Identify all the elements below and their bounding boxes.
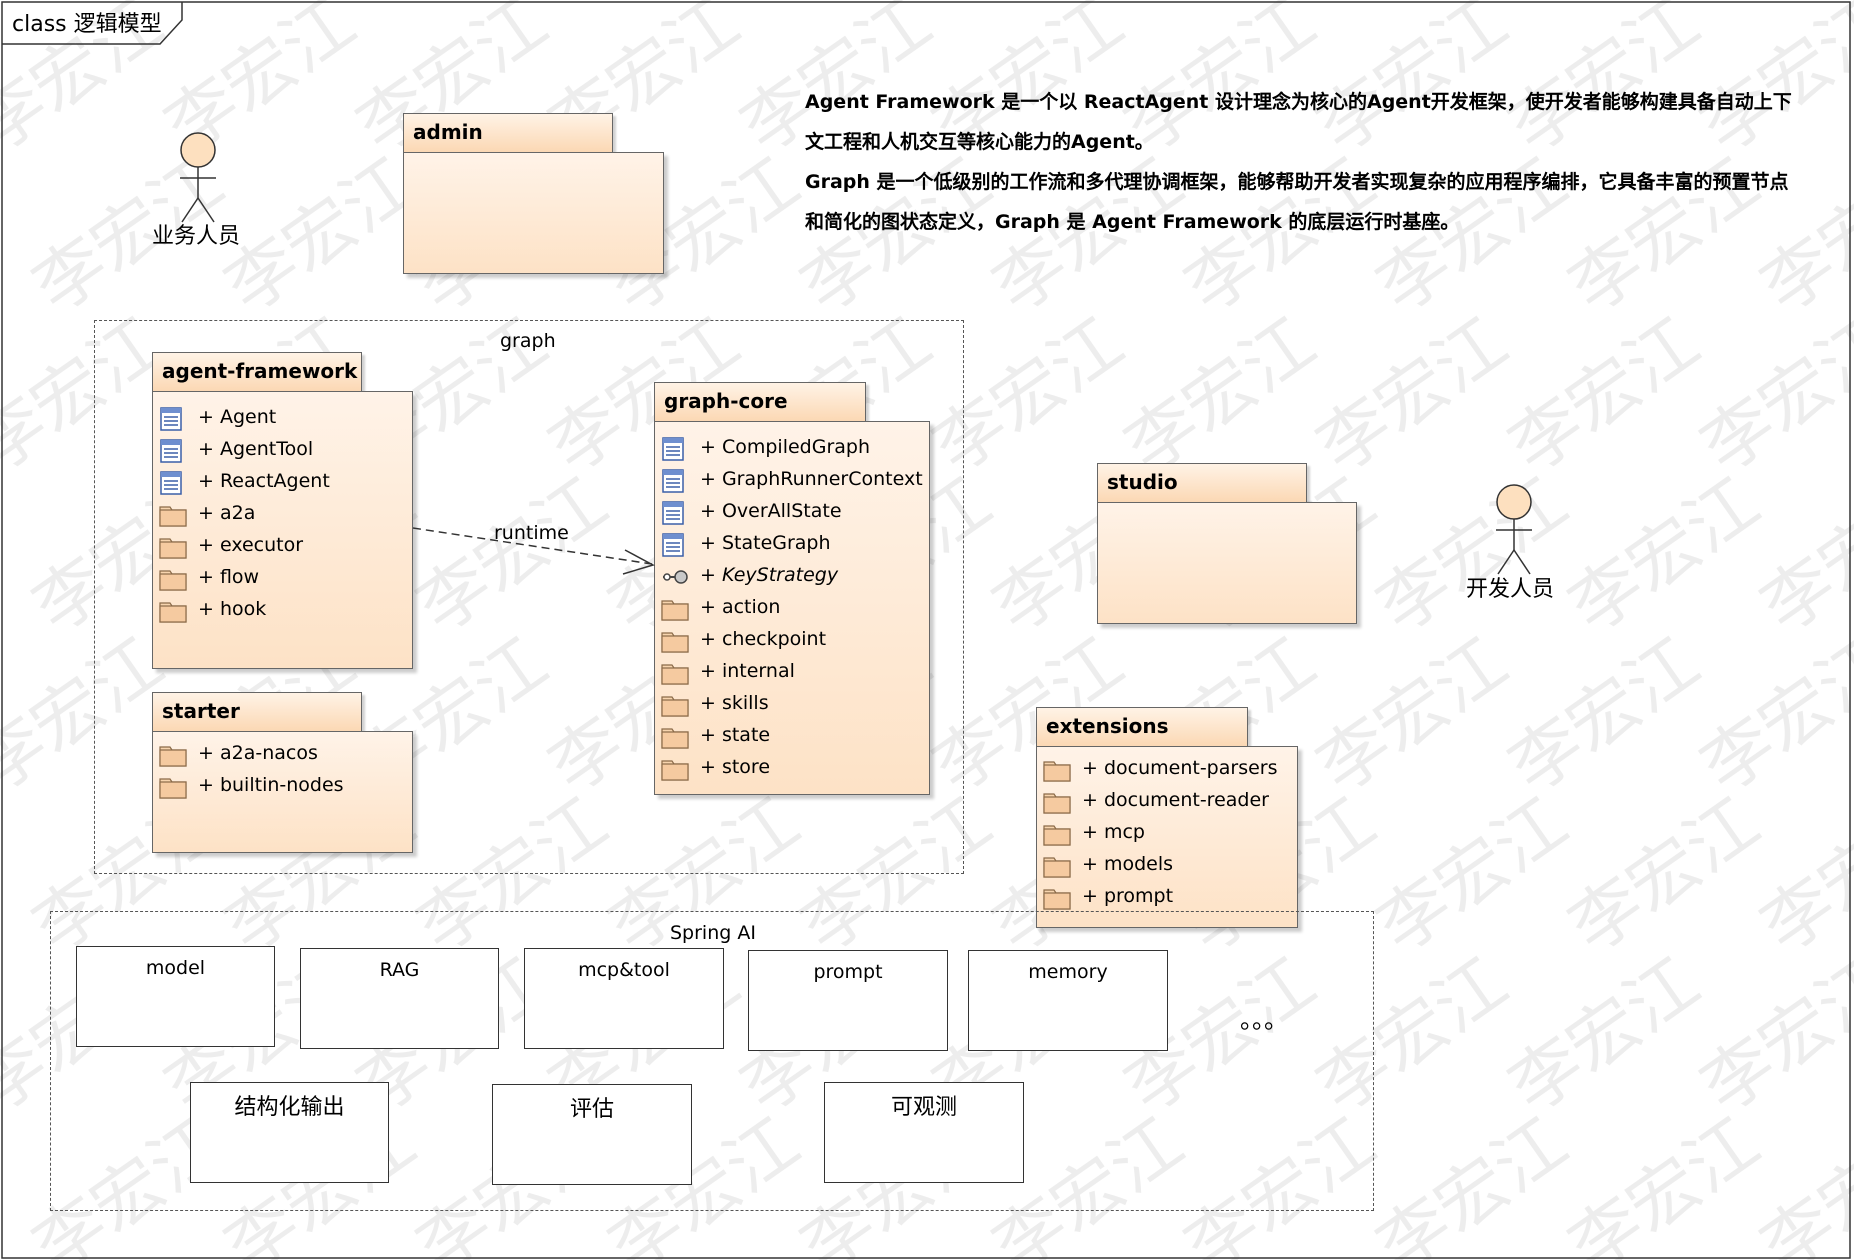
package-member[interactable]: + prompt: [1082, 885, 1173, 907]
spring-ai-ellipsis: 。。。: [1240, 1006, 1288, 1034]
spring-ai-observability-box[interactable]: 可观测: [824, 1082, 1024, 1183]
folder-icon: [1043, 854, 1071, 878]
spring-ai-model-label: model: [145, 957, 206, 979]
folder-icon: [1043, 886, 1071, 910]
spring-ai-rag-label: RAG: [379, 959, 420, 981]
spring-ai-mcp-tool-label: mcp&tool: [578, 959, 670, 981]
package-member[interactable]: + document-reader: [1082, 789, 1269, 811]
spring-ai-model-box[interactable]: model: [76, 946, 275, 1047]
folder-icon: [1043, 790, 1071, 814]
folder-icon: [1043, 822, 1071, 846]
runtime-dependency-label: runtime: [494, 522, 569, 544]
extensions-package-body[interactable]: + document-parsers + document-reader + mcp…: [1036, 746, 1298, 928]
spring-ai-observability-label: 可观测: [890, 1095, 957, 1120]
extensions-package-name: extensions: [1046, 714, 1169, 738]
spring-ai-prompt-box[interactable]: prompt: [748, 950, 948, 1051]
package-member[interactable]: + document-parsers: [1082, 757, 1278, 779]
folder-icon: [1043, 758, 1071, 782]
spring-ai-structured-output-box[interactable]: 结构化输出: [190, 1082, 389, 1183]
spring-ai-rag-box[interactable]: RAG: [300, 948, 499, 1049]
spring-ai-prompt-label: prompt: [813, 961, 883, 983]
package-member[interactable]: + mcp: [1082, 821, 1145, 843]
spring-ai-memory-box[interactable]: memory: [968, 950, 1168, 1051]
spring-ai-evaluation-box[interactable]: 评估: [492, 1084, 692, 1185]
extensions-package-tab[interactable]: extensions: [1036, 707, 1248, 747]
package-member[interactable]: + models: [1082, 853, 1173, 875]
diagram-canvas: 李宏江 李宏江 李宏江 李宏江 李宏江 李宏江 李宏江 李宏江 李宏江 李宏江 李宏江 李宏江 李宏江李…: [0, 0, 1854, 1260]
spring-ai-structured-output-label: 结构化输出: [234, 1095, 345, 1120]
spring-ai-label: Spring AI: [670, 922, 756, 944]
spring-ai-memory-label: memory: [1028, 961, 1108, 983]
spring-ai-evaluation-label: 评估: [569, 1097, 614, 1122]
spring-ai-mcp-tool-box[interactable]: mcp&tool: [524, 948, 724, 1049]
